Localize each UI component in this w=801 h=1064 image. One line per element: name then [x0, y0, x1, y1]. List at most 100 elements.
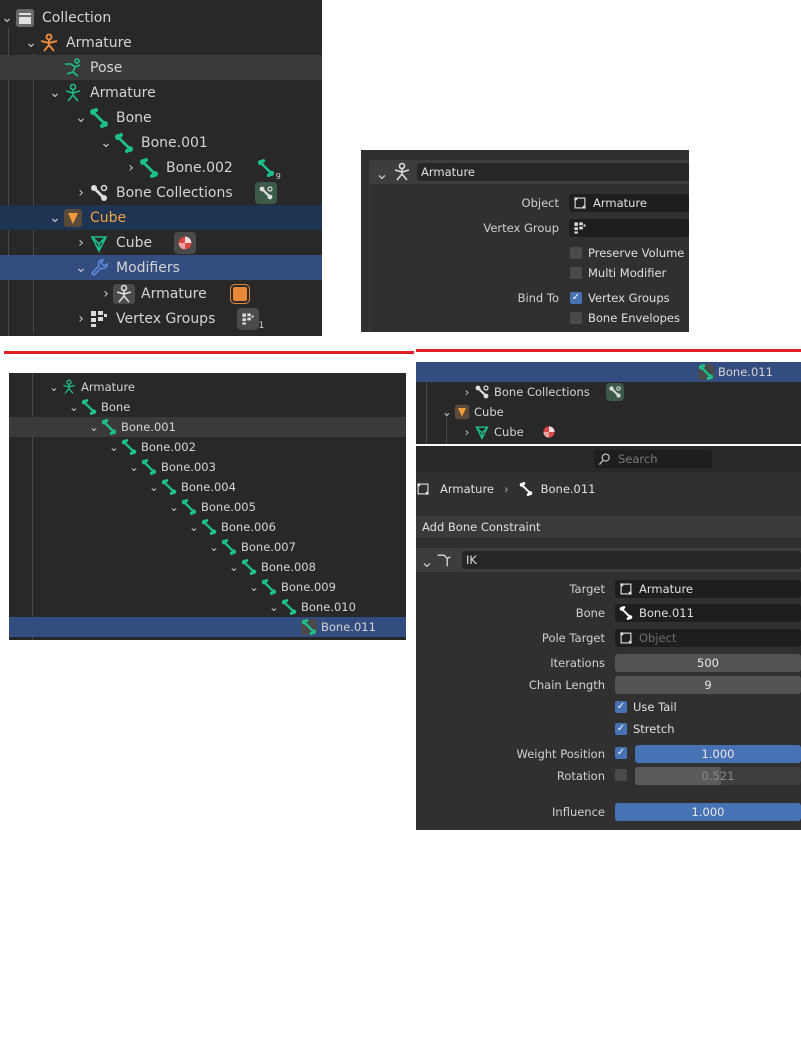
- chevron-down-icon[interactable]: ⌄: [24, 35, 38, 51]
- chevron-down-icon[interactable]: ⌄: [74, 260, 88, 276]
- bone-field[interactable]: Bone.011: [615, 604, 801, 622]
- outliner-row-bone-011[interactable]: Bone.011: [416, 362, 801, 382]
- outliner-row-modifiers[interactable]: ⌄ Modifiers: [0, 255, 322, 280]
- chain-row-bone-005[interactable]: ⌄ Bone.005: [9, 497, 406, 517]
- bone-envelopes-checkbox[interactable]: Bone Envelopes: [570, 311, 680, 325]
- rotation-slider[interactable]: 0.521: [635, 767, 801, 785]
- chain-row-bone-007[interactable]: ⌄ Bone.007: [9, 537, 406, 557]
- vertex-groups-checkbox[interactable]: Vertex Groups: [570, 291, 670, 305]
- chain-row-bone-010[interactable]: ⌄ Bone.010: [9, 597, 406, 617]
- outliner-row-armature-modifier[interactable]: › Armature: [0, 281, 322, 306]
- vertex-group-field[interactable]: [569, 219, 689, 237]
- weight-position-checkbox[interactable]: [615, 747, 633, 759]
- chain-length-field[interactable]: 9: [615, 676, 801, 694]
- outliner-row-vertex-groups[interactable]: › Vertex Groups 1: [0, 306, 322, 331]
- outliner-row-collection[interactable]: ⌄ Collection: [0, 5, 322, 30]
- chevron-right-icon[interactable]: ›: [460, 425, 474, 439]
- outliner-row-bone-collections[interactable]: › Bone Collections: [416, 382, 801, 402]
- outliner-row-armature-object[interactable]: ⌄ Armature: [0, 30, 322, 55]
- chain-row-bone-001[interactable]: ⌄ Bone.001: [9, 417, 406, 437]
- chevron-down-icon[interactable]: ⌄: [147, 480, 161, 494]
- checkbox-box[interactable]: [570, 267, 582, 279]
- outliner-row-bone-002[interactable]: › Bone.002 9: [0, 155, 322, 181]
- chevron-down-icon[interactable]: ⌄: [247, 580, 261, 594]
- chevron-down-icon[interactable]: ⌄: [127, 460, 141, 474]
- outliner-row-cube-mesh[interactable]: › Cube: [0, 230, 322, 255]
- chevron-down-icon[interactable]: ⌄: [67, 400, 81, 414]
- chain-row-bone[interactable]: ⌄ Bone: [9, 397, 406, 417]
- chevron-down-icon[interactable]: ⌄: [267, 600, 281, 614]
- target-field[interactable]: Armature: [615, 580, 801, 598]
- object-field[interactable]: Armature: [569, 194, 689, 212]
- chevron-down-icon[interactable]: ⌄: [440, 405, 454, 419]
- chain-row-bone-006[interactable]: ⌄ Bone.006: [9, 517, 406, 537]
- chevron-down-icon[interactable]: ⌄: [48, 85, 62, 101]
- chevron-down-icon[interactable]: ⌄: [0, 10, 14, 26]
- rotation-checkbox[interactable]: [615, 769, 633, 781]
- search-input[interactable]: Search: [594, 450, 712, 468]
- chevron-down-icon[interactable]: ⌄: [187, 520, 201, 534]
- checkbox-box[interactable]: [570, 312, 582, 324]
- modifier-header[interactable]: ⌄ Armature: [369, 160, 689, 184]
- chevron-right-icon[interactable]: ›: [124, 160, 138, 176]
- chevron-down-icon[interactable]: ⌄: [227, 560, 241, 574]
- chain-row-armature[interactable]: ⌄ Armature: [9, 377, 406, 397]
- chain-row-bone-002[interactable]: ⌄ Bone.002: [9, 437, 406, 457]
- modifier-name-field[interactable]: Armature: [417, 163, 689, 181]
- chevron-down-icon[interactable]: ⌄: [207, 540, 221, 554]
- outliner-row-cube-object[interactable]: ⌄ Cube: [0, 205, 322, 230]
- add-bone-constraint-button[interactable]: Add Bone Constraint: [416, 516, 801, 538]
- outliner-row-bone[interactable]: ⌄ Bone: [0, 105, 322, 130]
- chain-row-bone-011[interactable]: Bone.011: [9, 617, 406, 637]
- bone-collections-badge[interactable]: [254, 181, 277, 204]
- breadcrumb-bone[interactable]: Bone.011: [541, 482, 596, 496]
- chain-row-bone-004[interactable]: ⌄ Bone.004: [9, 477, 406, 497]
- use-tail-checkbox[interactable]: Use Tail: [615, 700, 677, 714]
- chevron-down-icon[interactable]: ⌄: [375, 164, 389, 183]
- chevron-down-icon[interactable]: ⌄: [87, 420, 101, 434]
- preserve-volume-checkbox[interactable]: Preserve Volume: [570, 246, 684, 260]
- chevron-down-icon[interactable]: ⌄: [167, 500, 181, 514]
- chevron-right-icon[interactable]: ›: [460, 385, 474, 399]
- chevron-down-icon[interactable]: ⌄: [47, 380, 61, 394]
- chain-row-bone-009[interactable]: ⌄ Bone.009: [9, 577, 406, 597]
- breadcrumb-object[interactable]: Armature: [440, 482, 494, 496]
- checkbox-box[interactable]: [570, 247, 582, 259]
- multi-modifier-checkbox[interactable]: Multi Modifier: [570, 266, 666, 280]
- outliner-row-cube-mesh[interactable]: › Cube: [416, 422, 801, 442]
- chevron-down-icon[interactable]: ⌄: [107, 440, 121, 454]
- chevron-right-icon[interactable]: ›: [74, 185, 88, 201]
- child-bones-badge[interactable]: 9: [255, 157, 281, 181]
- chevron-down-icon[interactable]: ⌄: [420, 552, 434, 571]
- vertex-groups-badge[interactable]: 1: [237, 307, 264, 331]
- chevron-right-icon[interactable]: ›: [74, 311, 88, 327]
- pole-target-field[interactable]: Object: [615, 629, 801, 647]
- constraint-header[interactable]: ⌄ IK: [416, 548, 801, 572]
- checkbox-box[interactable]: [570, 292, 582, 304]
- chevron-down-icon[interactable]: ⌄: [48, 210, 62, 226]
- bone-collections-badge[interactable]: [605, 383, 624, 401]
- weight-position-slider[interactable]: 1.000: [635, 745, 801, 763]
- outliner-row-bone-001[interactable]: ⌄ Bone.001: [0, 130, 322, 155]
- chevron-down-icon[interactable]: ⌄: [99, 135, 113, 151]
- chain-row-bone-003[interactable]: ⌄ Bone.003: [9, 457, 406, 477]
- checkbox-box[interactable]: [615, 769, 627, 781]
- stretch-checkbox[interactable]: Stretch: [615, 722, 674, 736]
- material-badge[interactable]: [540, 423, 558, 441]
- checkbox-box[interactable]: [615, 701, 627, 713]
- outliner-row-cube-object[interactable]: ⌄ Cube: [416, 402, 801, 422]
- chevron-right-icon[interactable]: ›: [74, 235, 88, 251]
- outliner-row-pose[interactable]: Pose: [0, 55, 322, 80]
- chevron-right-icon[interactable]: ›: [99, 286, 113, 302]
- object-badge[interactable]: [229, 283, 251, 305]
- checkbox-box[interactable]: [615, 747, 627, 759]
- constraint-name-field[interactable]: IK: [462, 551, 801, 569]
- chain-row-bone-008[interactable]: ⌄ Bone.008: [9, 557, 406, 577]
- material-badge[interactable]: [174, 231, 197, 254]
- outliner-row-bone-collections[interactable]: › Bone Collections: [0, 180, 322, 205]
- influence-slider[interactable]: 1.000: [615, 803, 801, 821]
- checkbox-box[interactable]: [615, 723, 627, 735]
- outliner-row-armature-data[interactable]: ⌄ Armature: [0, 80, 322, 105]
- iterations-field[interactable]: 500: [615, 654, 801, 672]
- chevron-down-icon[interactable]: ⌄: [74, 110, 88, 126]
